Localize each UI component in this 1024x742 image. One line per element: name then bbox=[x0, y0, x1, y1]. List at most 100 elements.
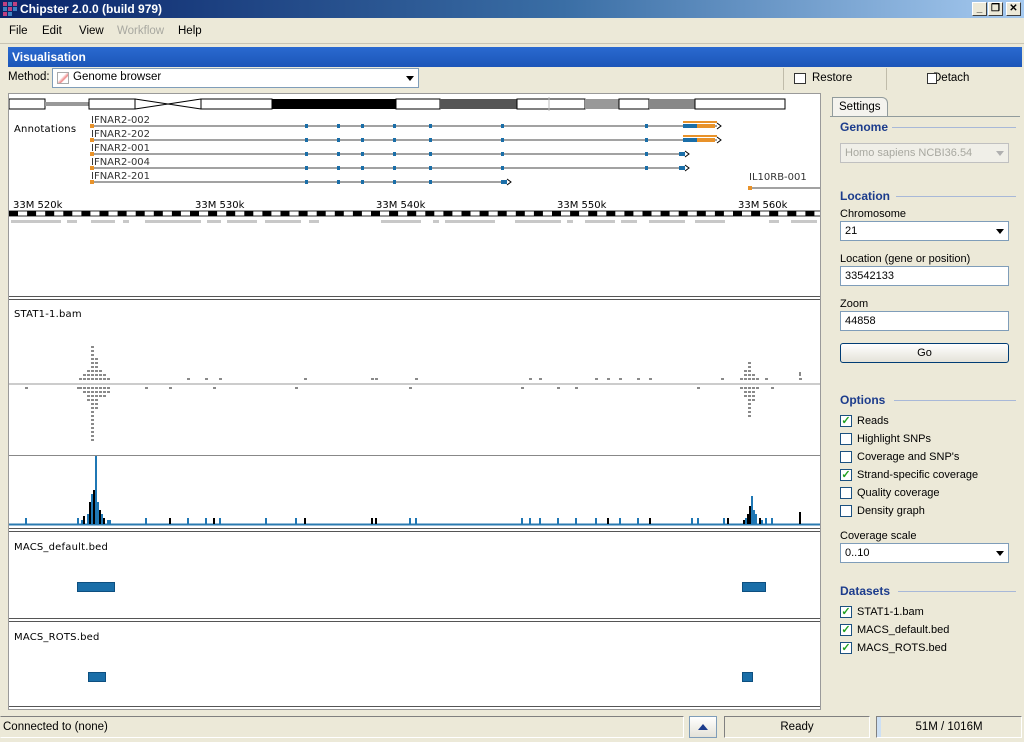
read bbox=[91, 435, 94, 437]
read bbox=[752, 391, 755, 393]
maximize-button[interactable]: ❐ bbox=[988, 2, 1003, 16]
track-separator[interactable] bbox=[9, 528, 820, 532]
ruler-segment bbox=[714, 211, 724, 216]
menu-view[interactable]: View bbox=[79, 25, 104, 37]
read bbox=[95, 362, 98, 364]
read bbox=[607, 378, 610, 380]
ruler-segment bbox=[244, 211, 254, 216]
ruler-tick-label: 33M 540k bbox=[376, 200, 426, 211]
gene-exon bbox=[645, 124, 648, 128]
tab-settings[interactable]: Settings bbox=[832, 97, 888, 117]
checkbox-box[interactable]: ✓ bbox=[840, 469, 852, 481]
gene-exon bbox=[361, 138, 364, 142]
peak-region[interactable] bbox=[77, 582, 115, 592]
read bbox=[744, 370, 747, 372]
gene-utr bbox=[697, 138, 715, 142]
read bbox=[304, 378, 307, 380]
coverage-bar bbox=[727, 518, 729, 524]
annotation-track[interactable]: IFNAR2-002 IFNAR2-202 IFNAR2-001 IFNAR2-004… bbox=[9, 114, 821, 194]
checkbox-box[interactable] bbox=[840, 487, 852, 499]
coverage-track[interactable] bbox=[9, 456, 821, 528]
coverage-bar bbox=[619, 518, 621, 524]
checkbox-box[interactable]: ✓ bbox=[840, 606, 852, 618]
coverage-bar bbox=[771, 518, 773, 524]
gene-exon bbox=[501, 180, 507, 184]
checkbox-box[interactable] bbox=[840, 451, 852, 463]
checkbox-box[interactable]: ✓ bbox=[840, 642, 852, 654]
gene-exon bbox=[361, 166, 364, 170]
chromosome-select[interactable]: 21 bbox=[840, 221, 1009, 241]
method-select[interactable]: Genome browser bbox=[52, 68, 419, 88]
read bbox=[771, 387, 774, 389]
expand-panel-button[interactable] bbox=[689, 716, 717, 738]
memory-indicator[interactable]: 51M / 1016M bbox=[876, 716, 1022, 738]
strand-arrow bbox=[716, 122, 722, 130]
ruler-tick-label: 33M 560k bbox=[738, 200, 788, 211]
genome-header: Genome bbox=[840, 120, 889, 134]
read bbox=[799, 378, 802, 380]
read bbox=[799, 372, 801, 376]
coverage-bar bbox=[97, 502, 99, 524]
chromosome-ideogram[interactable] bbox=[9, 97, 821, 111]
menu-file[interactable]: File bbox=[9, 25, 28, 37]
checkbox-box[interactable] bbox=[840, 433, 852, 445]
minimize-button[interactable]: _ bbox=[972, 2, 987, 16]
peak-region[interactable] bbox=[88, 672, 106, 682]
read bbox=[748, 403, 751, 405]
chevron-down-icon bbox=[406, 76, 414, 81]
checkbox-box[interactable]: ✓ bbox=[840, 624, 852, 636]
checkbox-box[interactable] bbox=[840, 505, 852, 517]
zoom-input[interactable]: 44858 bbox=[840, 311, 1009, 331]
coverage-bar bbox=[375, 518, 377, 524]
read bbox=[748, 378, 751, 380]
read bbox=[91, 419, 94, 421]
reads-track[interactable] bbox=[9, 334, 821, 454]
chevron-down-icon bbox=[996, 551, 1004, 556]
gene-exon bbox=[501, 166, 504, 170]
checkbox-label: Highlight SNPs bbox=[857, 433, 931, 445]
read bbox=[87, 387, 90, 389]
read bbox=[575, 387, 578, 389]
read bbox=[91, 423, 94, 425]
coverage-scale-select[interactable]: 0..10 bbox=[840, 543, 1009, 563]
location-input[interactable]: 33542133 bbox=[840, 266, 1009, 286]
go-button[interactable]: Go bbox=[840, 343, 1009, 363]
ruler-segment bbox=[443, 211, 453, 216]
read bbox=[744, 387, 747, 389]
read bbox=[744, 374, 747, 376]
menu-help[interactable]: Help bbox=[178, 25, 202, 37]
read bbox=[91, 411, 94, 413]
ruler-tick-label: 33M 530k bbox=[195, 200, 245, 211]
restore-button[interactable]: Restore bbox=[783, 68, 886, 90]
peak-region[interactable] bbox=[742, 672, 753, 682]
read bbox=[748, 366, 751, 368]
read bbox=[91, 387, 94, 389]
checkbox-box[interactable]: ✓ bbox=[840, 415, 852, 427]
track-separator[interactable] bbox=[9, 706, 820, 709]
checkbox-label: Strand-specific coverage bbox=[857, 469, 979, 481]
restore-label: Restore bbox=[812, 72, 853, 84]
ruler-segment bbox=[660, 211, 670, 216]
chromosome-value: 21 bbox=[845, 225, 858, 237]
location-header: Location bbox=[840, 189, 890, 203]
peak-region[interactable] bbox=[742, 582, 766, 592]
gene-exon bbox=[393, 180, 396, 184]
ruler-segment bbox=[733, 211, 742, 216]
coverage-bar bbox=[691, 518, 693, 524]
track-separator[interactable] bbox=[9, 618, 820, 622]
ruler-tick-label: 33M 550k bbox=[557, 200, 607, 211]
read bbox=[103, 391, 106, 393]
close-button[interactable]: ✕ bbox=[1006, 2, 1021, 16]
genome-viewer[interactable]: Annotations IFNAR2-002 IFNAR2-202 IFNAR2-0… bbox=[8, 93, 821, 710]
gene-exon bbox=[305, 166, 308, 170]
menu-edit[interactable]: Edit bbox=[42, 25, 62, 37]
track-separator[interactable] bbox=[9, 296, 820, 300]
read bbox=[91, 407, 94, 409]
detach-button[interactable]: Detach bbox=[886, 68, 1020, 90]
chevron-down-icon bbox=[996, 151, 1004, 156]
coverage-scale-value: 0..10 bbox=[845, 547, 870, 559]
read bbox=[25, 387, 28, 389]
detach-icon bbox=[927, 73, 937, 84]
read bbox=[756, 378, 759, 380]
gene-model: IFNAR2-201 bbox=[90, 171, 512, 186]
